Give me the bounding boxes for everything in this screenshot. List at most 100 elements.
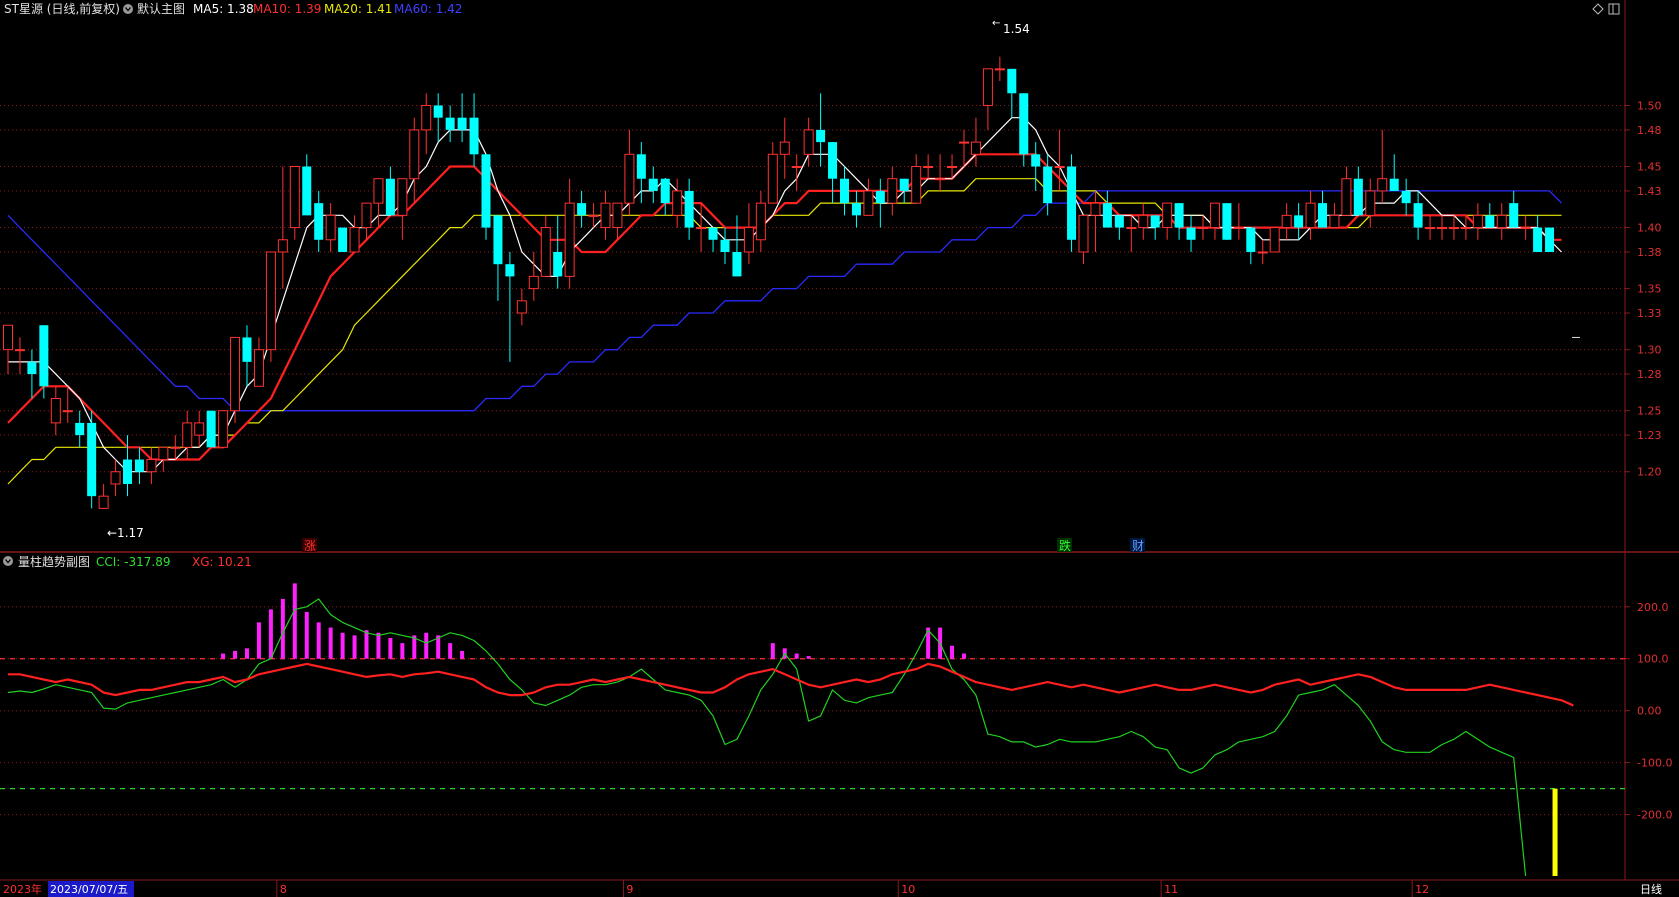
month-label: 9	[626, 883, 633, 896]
candle-body-down	[505, 264, 515, 277]
trend-volume-bar	[962, 653, 966, 659]
candle-body-down	[27, 361, 37, 375]
price-tick-label: 1.45	[1637, 161, 1662, 174]
cursor-date[interactable]: 2023/07/07/五	[50, 883, 128, 896]
candle-body-down	[648, 178, 658, 191]
candle-body-up	[110, 471, 121, 485]
candle-body-up	[1329, 214, 1340, 229]
candle-body-up	[182, 422, 193, 448]
candle-body-down	[314, 203, 324, 240]
candle-body-down	[134, 459, 144, 472]
candle-body-down	[1102, 203, 1112, 228]
trend-volume-bar	[770, 643, 775, 659]
candle-body-down	[720, 239, 730, 252]
candle-body-down	[39, 325, 49, 387]
price-tick-label: 1.28	[1637, 368, 1662, 381]
candle-body-up	[14, 349, 25, 352]
osc-tick-label: -200.0	[1637, 809, 1672, 822]
candle-body-up	[672, 190, 683, 216]
candle-body-up	[265, 251, 276, 351]
month-label: 10	[901, 883, 915, 896]
candle-body-down	[1389, 178, 1399, 191]
candle-body-up	[1448, 227, 1459, 230]
candle-body-up	[1162, 202, 1173, 229]
trend-volume-bar	[328, 627, 333, 659]
candle-body-down	[1318, 203, 1327, 228]
candle-body-up	[600, 202, 611, 229]
candle-body-up	[1209, 202, 1220, 229]
candle-body-down	[338, 227, 348, 252]
chevron-down-icon[interactable]	[3, 556, 13, 566]
candle-body-up	[624, 153, 635, 204]
price-tick-label: 1.43	[1637, 185, 1662, 198]
trend-volume-bar	[268, 609, 273, 659]
candle-body-down	[385, 178, 395, 216]
candle-body-down	[433, 105, 443, 118]
candle-body-down	[445, 117, 455, 130]
candle-body-up	[1472, 214, 1483, 229]
trend-volume-bar	[460, 650, 465, 659]
osc-tick-label: 0.00	[1637, 705, 1662, 718]
trend-volume-bar	[352, 635, 357, 659]
candle-body-up	[98, 495, 109, 509]
candle-body-up	[803, 129, 814, 155]
ma20-line	[7, 178, 1562, 485]
candle-body-up	[540, 227, 551, 277]
candle-body-down	[708, 227, 718, 240]
diamond-icon[interactable]	[1592, 3, 1604, 15]
window-icon[interactable]	[1608, 3, 1620, 15]
trend-volume-bar	[794, 653, 799, 659]
oscillator-series	[7, 583, 1574, 877]
candle-body-down	[1186, 227, 1196, 240]
trend-volume-bar	[400, 643, 405, 659]
month-label: 12	[1415, 883, 1429, 896]
candle-body-up	[1090, 202, 1101, 216]
candle-body-up	[1138, 214, 1149, 229]
candle-body-down	[493, 215, 503, 265]
trend-volume-bar	[340, 632, 345, 659]
moving-average-lines	[7, 117, 1580, 485]
candle-body-up	[779, 141, 790, 155]
stock-chart[interactable]: 1.50 1.48 1.45 1.43 1.40 1.38 1.35 1.33 1.30 1.28…	[0, 0, 1679, 897]
trend-volume-bar	[388, 637, 393, 659]
stock-title[interactable]: ST星源 (日线,前复权)	[4, 1, 120, 16]
candle-body-up	[289, 166, 300, 229]
trend-volume-bar	[376, 632, 381, 659]
price-tick-label: 1.33	[1637, 307, 1662, 320]
chevron-down-icon[interactable]	[123, 4, 133, 14]
candle-body-up	[767, 153, 778, 204]
sub-chart-title[interactable]: 量柱趋势副图	[18, 554, 90, 569]
trend-volume-bar	[950, 645, 955, 659]
trend-volume-bar	[424, 632, 429, 659]
candle-body-down	[899, 178, 909, 191]
fall-marker[interactable]: 跌	[1059, 538, 1071, 553]
high-price-label: 1.54	[1003, 22, 1030, 36]
finance-marker[interactable]: 财	[1132, 539, 1144, 553]
candle-body-down	[242, 337, 252, 362]
candle-body-up	[791, 166, 802, 169]
period-label[interactable]: 日线	[1640, 882, 1662, 896]
candle-body-up	[421, 104, 432, 131]
candle-body-down	[1043, 166, 1053, 204]
candle-body-up	[218, 410, 229, 448]
oscillator-grid	[0, 606, 1630, 816]
candle-body-up	[62, 410, 73, 413]
trend-volume-bar	[256, 622, 261, 659]
candle-body-up	[1460, 227, 1471, 230]
trend-volume-bar	[364, 630, 369, 659]
ma10-line	[7, 153, 1562, 461]
candle-body-up	[947, 166, 958, 169]
candle-body-up	[277, 239, 288, 253]
main-chart-menu[interactable]: 默认主图	[137, 1, 185, 16]
ma10-label: MA10: 1.39	[253, 2, 321, 16]
candle-body-up	[1425, 227, 1436, 230]
candle-body-up	[1520, 227, 1531, 230]
candle-body-up	[970, 141, 981, 155]
candle-body-up	[361, 202, 372, 229]
candle-body-up	[230, 336, 241, 412]
candle-body-up	[588, 214, 599, 217]
candle-body-up	[1437, 227, 1447, 230]
candle-body-down	[1174, 203, 1184, 228]
rise-marker[interactable]: 涨	[304, 538, 316, 553]
candle-body-down	[816, 129, 826, 143]
